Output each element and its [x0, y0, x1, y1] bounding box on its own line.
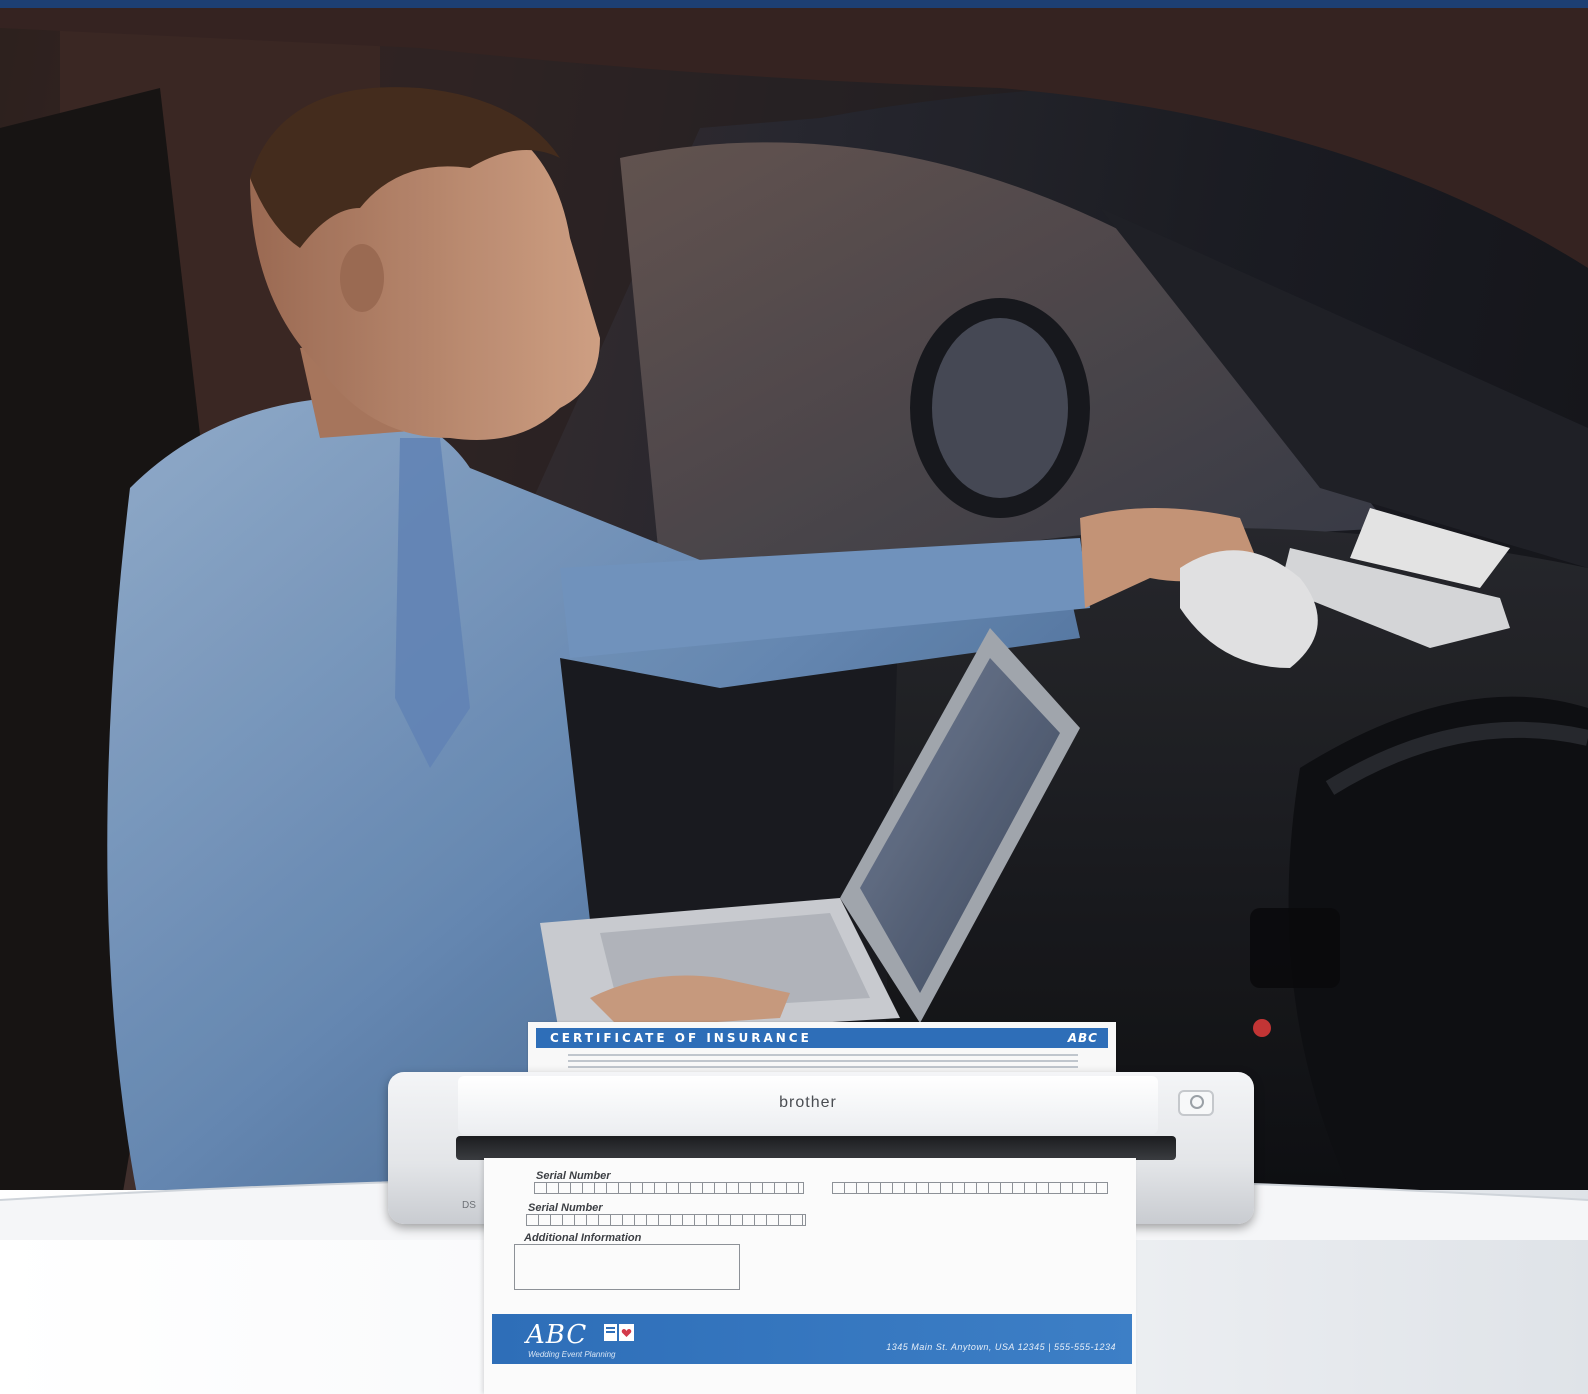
power-icon	[1190, 1095, 1204, 1109]
serial-number-boxes-2	[832, 1182, 1108, 1194]
serial-number-label-1: Serial Number	[536, 1170, 611, 1182]
certificate-fine-print	[568, 1054, 1078, 1068]
serial-number-boxes-1	[534, 1182, 804, 1194]
certificate-banner: CERTIFICATE OF INSURANCE ABC	[536, 1028, 1108, 1048]
form-document: Serial Number Serial Number Additional I…	[484, 1158, 1136, 1394]
top-brand-strip	[0, 0, 1588, 8]
serial-number-label-2: Serial Number	[528, 1202, 603, 1214]
additional-info-label: Additional Information	[524, 1232, 642, 1244]
scanner-brand-logo: brother	[779, 1094, 837, 1111]
footer-tagline: Wedding Event Planning	[528, 1350, 616, 1359]
scanner-feed-slot	[456, 1136, 1176, 1160]
heart-card-icon	[604, 1324, 634, 1341]
scanner-model-label: DS	[462, 1200, 476, 1211]
document-footer: ABC Wedding Event Planning 1345 Main St.…	[492, 1314, 1132, 1364]
footer-address: 1345 Main St. Anytown, USA 12345 | 555-5…	[886, 1342, 1116, 1352]
footer-logo-text: ABC	[526, 1320, 588, 1350]
certificate-brand: ABC	[1067, 1031, 1098, 1045]
certificate-title: CERTIFICATE OF INSURANCE	[550, 1031, 812, 1045]
additional-info-box	[514, 1244, 740, 1290]
scanner-power-button	[1178, 1090, 1214, 1116]
serial-number-boxes-3	[526, 1214, 806, 1226]
